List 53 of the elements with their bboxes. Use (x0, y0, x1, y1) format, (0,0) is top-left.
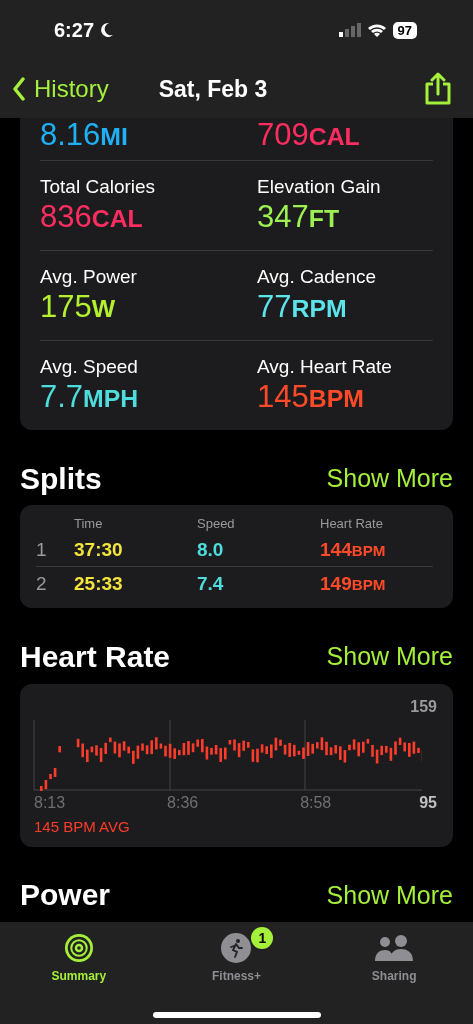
section-title: Power (20, 878, 111, 913)
column-header: Heart Rate (320, 515, 384, 531)
wifi-icon (366, 22, 387, 38)
battery-indicator: 97 (392, 21, 417, 39)
tab[interactable]: 1 Fitness+ (181, 930, 292, 984)
show-more-link[interactable]: Show More (326, 642, 453, 672)
chevron-left-icon (12, 77, 26, 101)
time-label: 8:58 (299, 793, 333, 812)
status-time: 6:27 (54, 18, 95, 42)
time-label: 8:36 (166, 793, 200, 812)
metric-label: Avg. Cadence (257, 265, 377, 288)
column-header: Speed (197, 515, 236, 531)
runner-icon (221, 933, 252, 963)
metric-value: 8.16MI (40, 118, 129, 154)
metric-value: 77RPM (257, 289, 348, 326)
metric-label: Avg. Power (40, 265, 138, 288)
split-time: 25:33 (74, 572, 124, 595)
metric-value: 709CAL (257, 118, 361, 154)
split-heart-rate: 144BPM (320, 538, 387, 561)
tab[interactable]: Sharing (339, 930, 450, 984)
section-title: Splits (20, 461, 102, 496)
split-speed: 8.0 (197, 538, 225, 561)
tab[interactable]: Summary (23, 930, 134, 984)
metric-value: 347FT (257, 199, 341, 236)
axis-label: 159 (410, 697, 437, 715)
metric-label: Avg. Speed (40, 355, 139, 378)
metric-label: Total Calories (40, 175, 157, 198)
split-time: 37:30 (74, 538, 124, 561)
back-button[interactable]: History (12, 75, 109, 103)
split-number: 2 (36, 572, 48, 595)
metric-value: 145BPM (257, 379, 365, 416)
rings-icon (62, 932, 95, 964)
split-number: 1 (36, 538, 48, 561)
split-heart-rate: 149BPM (320, 572, 387, 595)
moon-icon (100, 22, 115, 38)
nav-title: Sat, Feb 3 (158, 75, 269, 103)
show-more-link[interactable]: Show More (326, 880, 453, 910)
metric-label: Elevation Gain (257, 175, 382, 198)
split-speed: 7.4 (197, 572, 225, 595)
axis-label: 95 (419, 793, 437, 812)
notification-badge: 1 (251, 927, 274, 949)
column-header: Time (74, 515, 104, 531)
signal-icon (338, 23, 361, 37)
people-icon (375, 935, 414, 961)
metric-value: 175W (40, 289, 117, 326)
metric-value: 836CAL (40, 199, 144, 236)
time-label: 8:13 (33, 793, 67, 812)
show-more-link[interactable]: Show More (326, 464, 453, 494)
section-title: Heart Rate (20, 640, 171, 674)
metric-value: 7.7MPH (40, 379, 140, 416)
share-icon[interactable] (423, 72, 453, 106)
metric-label: Avg. Heart Rate (257, 355, 393, 378)
average-heart-rate: 145 BPM AVG (33, 817, 131, 835)
